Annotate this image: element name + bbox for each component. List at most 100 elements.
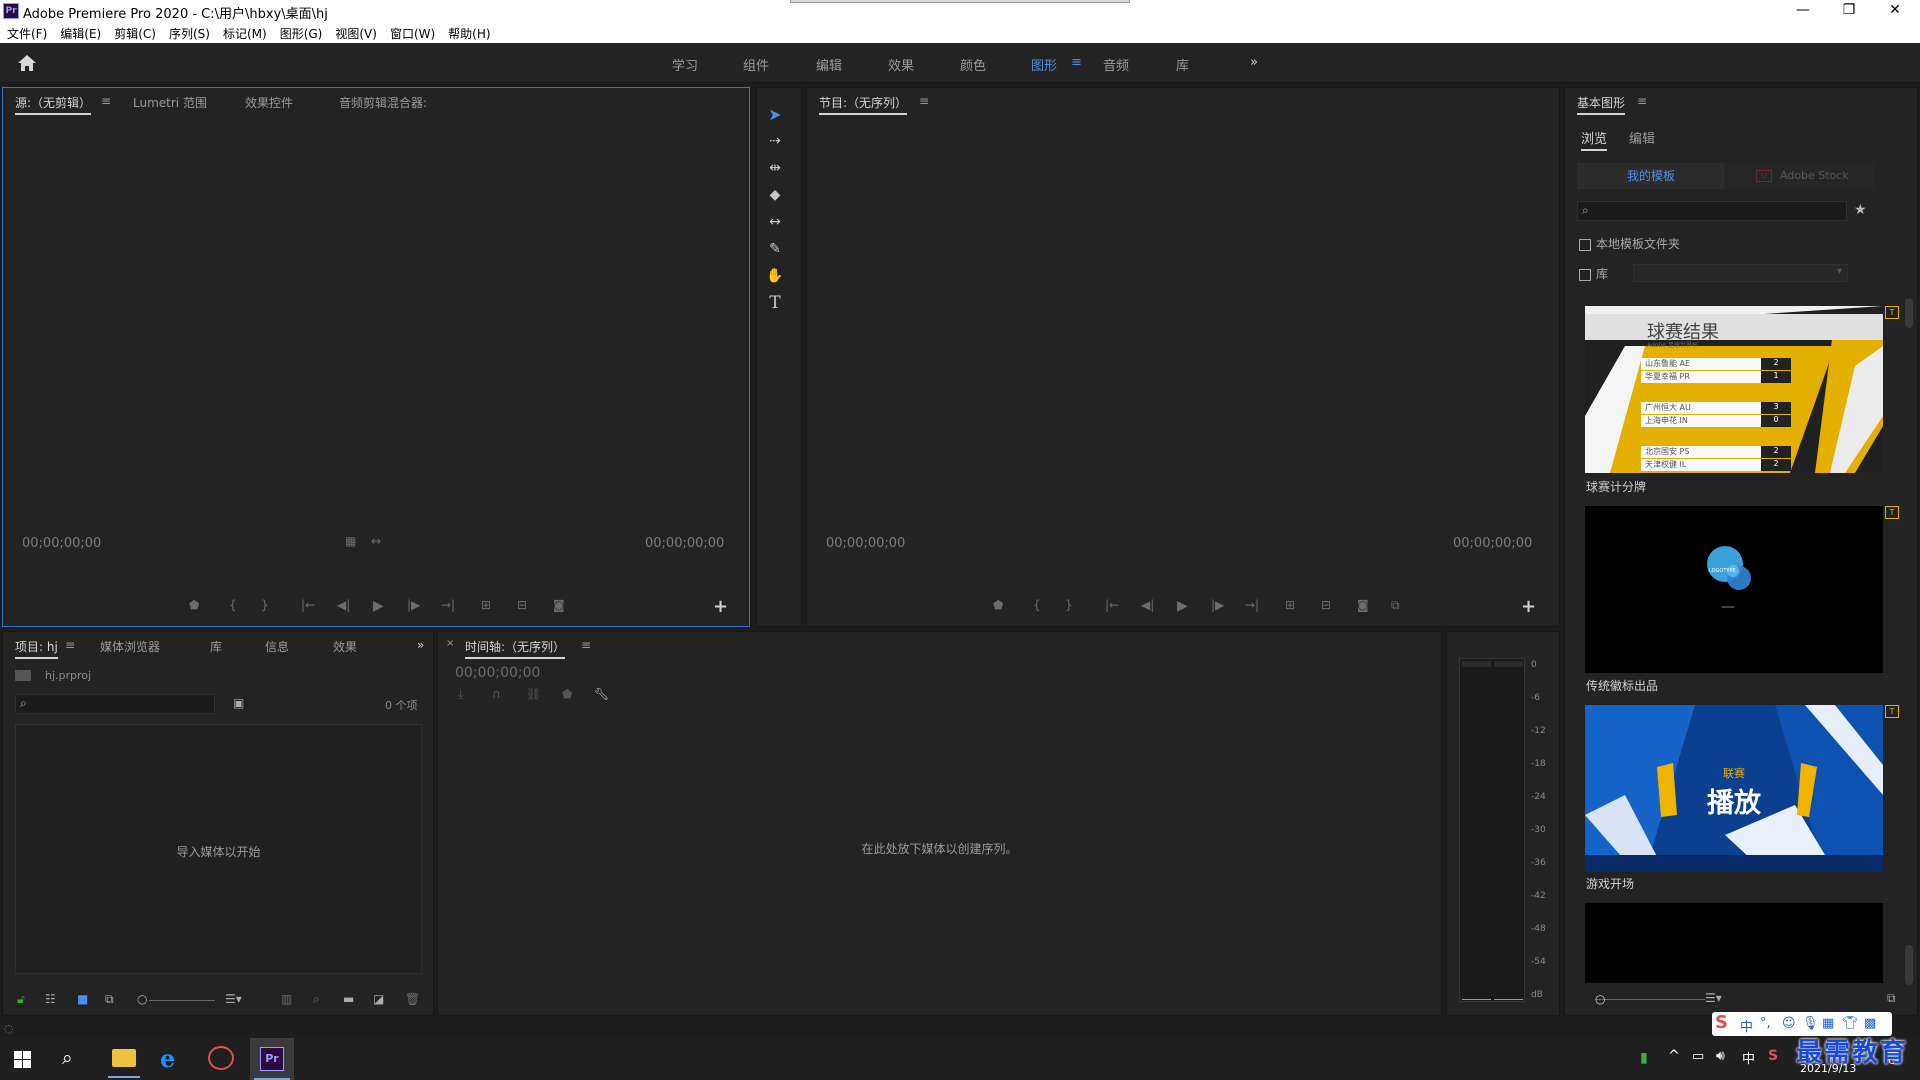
workspace-tab-color[interactable]: 颜色 — [960, 55, 986, 74]
toolbox-icon[interactable]: ▩ — [1864, 1016, 1876, 1031]
mark-in-icon[interactable]: { — [1033, 598, 1041, 612]
slip-tool-icon[interactable]: ↔ — [766, 213, 784, 231]
tab-source[interactable]: 源:（无剪辑） — [15, 94, 92, 115]
export-frame-icon[interactable]: ◙ — [553, 598, 565, 612]
workspace-tab-audio[interactable]: 音频 — [1103, 55, 1129, 74]
extract-icon[interactable]: ⊟ — [1321, 598, 1331, 612]
menu-graphics[interactable]: 图形(G) — [273, 22, 323, 42]
template-search-input[interactable]: ⌕ — [1577, 201, 1847, 221]
keyboard-icon[interactable]: ▦ — [1822, 1016, 1834, 1031]
ime-mode-label[interactable]: 中 — [1740, 1016, 1753, 1035]
windows-start-icon[interactable] — [14, 1051, 31, 1068]
freeform-view-icon[interactable]: ⧉ — [105, 992, 114, 1007]
drag-audio-icon[interactable]: ↔ — [371, 534, 381, 548]
automate-to-sequence-icon[interactable]: ▥ — [281, 992, 292, 1006]
local-templates-checkbox-row[interactable]: 本地模板文件夹 — [1579, 235, 1680, 252]
library-checkbox-row[interactable]: 库 — [1579, 265, 1608, 282]
timeline-settings-icon[interactable]: 🔧︎ — [594, 687, 609, 701]
more-workspaces-icon[interactable]: » — [1250, 55, 1258, 70]
ime-indicator-icon[interactable]: 中 — [1742, 1048, 1755, 1067]
overwrite-icon[interactable]: ⊟ — [517, 598, 527, 612]
type-tool-icon[interactable]: T — [766, 294, 784, 312]
restore-button[interactable]: ❐ — [1826, 0, 1872, 22]
my-templates-button[interactable]: 我的模板 — [1577, 163, 1725, 189]
menu-marker[interactable]: 标记(M) — [216, 22, 267, 42]
workspace-tab-learn[interactable]: 学习 — [672, 55, 698, 74]
tab-audio-clip-mixer[interactable]: 音频剪辑混合器: — [339, 94, 427, 111]
close-tab-icon[interactable]: × — [446, 638, 454, 649]
list-view-icon[interactable]: ☷ — [45, 992, 56, 1006]
button-editor-plus-icon[interactable]: + — [713, 596, 728, 617]
step-forward-icon[interactable]: |▶ — [407, 598, 420, 612]
go-to-out-icon[interactable]: →| — [441, 598, 455, 612]
go-to-in-icon[interactable]: |← — [301, 598, 315, 612]
mark-in-icon[interactable]: { — [229, 598, 237, 612]
sort-icon[interactable]: ☰▾ — [225, 992, 242, 1006]
go-to-in-icon[interactable]: |← — [1105, 598, 1119, 612]
skin-icon[interactable]: 👕︎ — [1842, 1016, 1859, 1031]
selection-tool-icon[interactable]: ➤ — [766, 106, 784, 124]
linked-selection-icon[interactable]: ⛓︎ — [526, 687, 541, 701]
menu-window[interactable]: 窗口(W) — [383, 22, 435, 42]
minimize-button[interactable]: — — [1780, 0, 1826, 22]
workspace-tab-assembly[interactable]: 组件 — [743, 55, 769, 74]
step-back-icon[interactable]: ◀| — [1141, 598, 1154, 612]
drag-video-icon[interactable]: ▦ — [345, 534, 356, 548]
menu-view[interactable]: 视图(V) — [328, 22, 377, 42]
new-search-bin-icon[interactable]: ▣ — [233, 696, 244, 710]
emoji-icon[interactable]: ☺ — [1782, 1016, 1796, 1031]
step-back-icon[interactable]: ◀| — [337, 598, 350, 612]
menu-sequence[interactable]: 序列(S) — [162, 22, 210, 42]
template-thumbnail-game-intro[interactable]: 联赛 播放 — [1585, 705, 1883, 872]
icon-view-icon[interactable]: ■ — [77, 992, 88, 1006]
more-tabs-icon[interactable]: » — [417, 638, 424, 652]
lift-icon[interactable]: ⊞ — [1285, 598, 1295, 612]
close-button[interactable]: ✕ — [1872, 0, 1918, 22]
panel-menu-icon[interactable]: ≡ — [581, 638, 591, 652]
tab-libraries[interactable]: 库 — [210, 638, 222, 655]
volume-icon[interactable]: 🔊︎ — [1716, 1048, 1725, 1064]
thumbnail-size-slider[interactable] — [1595, 999, 1705, 1000]
menu-clip[interactable]: 剪辑(C) — [107, 22, 156, 42]
program-playhead-timecode[interactable]: 00;00;00;00 — [826, 536, 905, 551]
scrollbar-thumb-bottom[interactable] — [1905, 945, 1913, 985]
button-editor-plus-icon[interactable]: + — [1521, 596, 1536, 617]
tab-effect-controls[interactable]: 效果控件 — [245, 94, 293, 111]
tab-browse[interactable]: 浏览 — [1581, 128, 1608, 151]
play-icon[interactable]: ▶ — [1177, 598, 1188, 614]
zoom-slider[interactable] — [149, 1000, 215, 1001]
tab-timeline[interactable]: 时间轴:（无序列） — [465, 638, 566, 659]
razor-tool-icon[interactable]: ◆ — [766, 186, 784, 204]
ripple-edit-tool-icon[interactable]: ⇹ — [766, 159, 784, 177]
zoom-slider-handle[interactable]: ○ — [137, 992, 147, 1006]
slider-handle[interactable]: ○ — [1595, 992, 1605, 1006]
punctuation-icon[interactable]: °, — [1760, 1016, 1771, 1031]
tab-program[interactable]: 节目:（无序列） — [819, 94, 908, 115]
sort-icon[interactable]: ☰▾ — [1705, 991, 1722, 1005]
project-drop-area[interactable]: 导入媒体以开始 — [15, 724, 422, 974]
panel-menu-icon[interactable]: ≡ — [65, 638, 75, 652]
premiere-taskbar-button[interactable]: Pr — [250, 1038, 294, 1080]
sogou-input-icon[interactable]: S — [1768, 1048, 1778, 1064]
panel-menu-icon[interactable]: ≡ — [1637, 94, 1647, 108]
adobe-stock-button[interactable]: St Adobe Stock — [1726, 163, 1874, 189]
go-to-out-icon[interactable]: →| — [1245, 598, 1259, 612]
tab-project[interactable]: 项目: hj — [15, 638, 58, 659]
trash-icon[interactable]: 🗑︎ — [405, 992, 420, 1006]
timeline-timecode[interactable]: 00;00;00;00 — [455, 665, 540, 681]
add-marker-icon[interactable]: ⬟ — [189, 598, 199, 612]
pen-tool-icon[interactable]: ✎ — [766, 240, 784, 258]
template-thumbnail-blank[interactable] — [1585, 903, 1883, 983]
menu-help[interactable]: 帮助(H) — [441, 22, 490, 42]
play-icon[interactable]: ▶ — [373, 598, 384, 614]
library-checkbox[interactable] — [1579, 268, 1591, 281]
hand-tool-icon[interactable]: ✋ — [766, 267, 784, 285]
menu-edit[interactable]: 编辑(E) — [53, 22, 101, 42]
mark-out-icon[interactable]: } — [261, 598, 269, 612]
favorites-star-icon[interactable]: ★ — [1854, 202, 1867, 218]
panel-menu-icon[interactable]: ≡ — [919, 94, 929, 108]
export-frame-icon[interactable]: ◙ — [1357, 598, 1369, 612]
template-thumbnail-logo[interactable]: LOGOTYPE — [1585, 506, 1883, 673]
template-thumbnail-scoreboard[interactable]: 球赛结果 Adobe 足球世界杯 山东鲁能 AE 2 华夏幸福 PR 1 广州恒大 … — [1585, 306, 1883, 473]
home-icon[interactable] — [16, 53, 38, 73]
